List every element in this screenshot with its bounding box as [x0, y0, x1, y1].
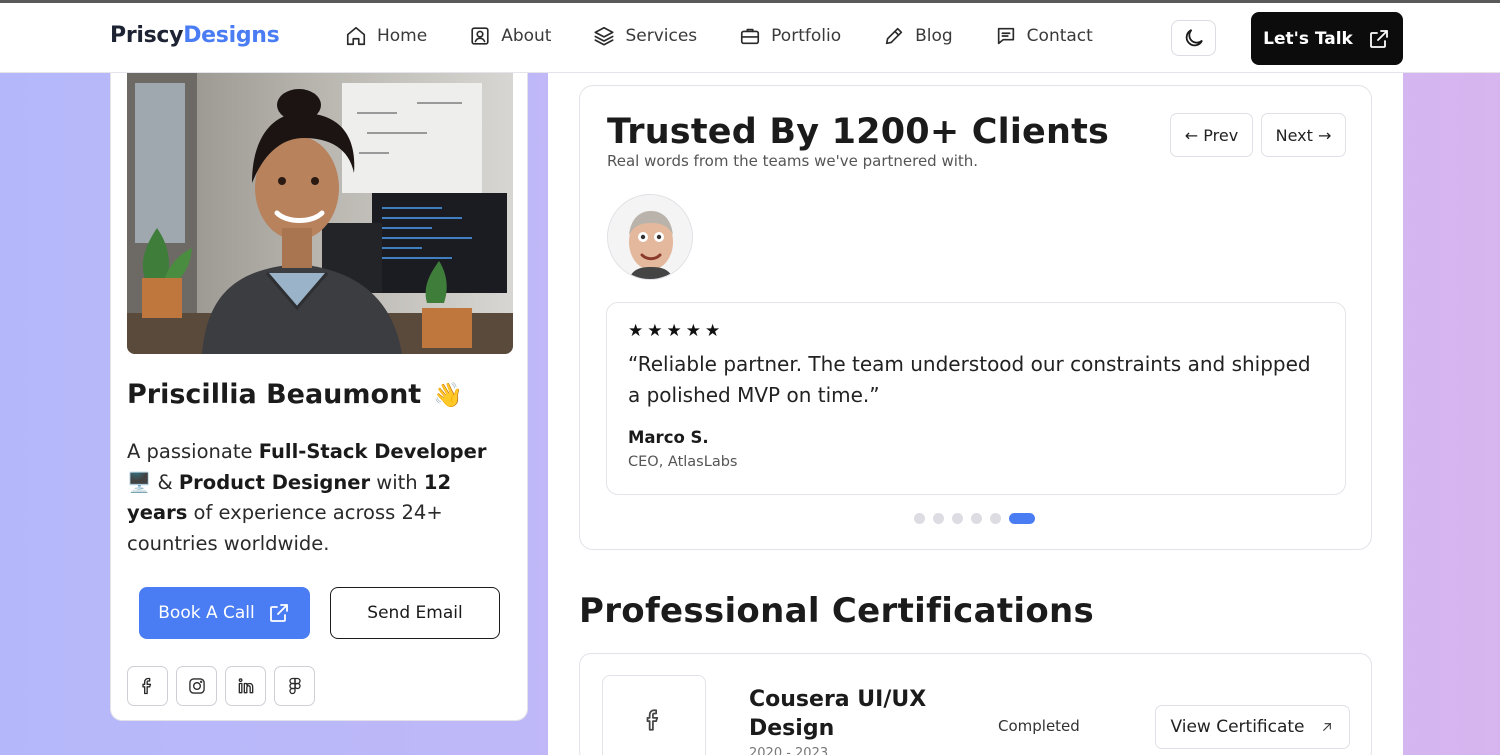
certifications-title: Professional Certifications — [579, 591, 1095, 631]
bio-role-1: Full-Stack Developer — [258, 440, 487, 463]
profile-bio: A passionate Full-Stack Developer 🖥️ & P… — [127, 437, 507, 559]
carousel-dot[interactable] — [914, 513, 925, 524]
certification-status: Completed — [998, 717, 1080, 735]
brand-logo-part2: Designs — [183, 23, 280, 48]
pencil-icon — [885, 27, 903, 45]
certification-card: Cousera UI/UX Design 2020 - 2023 Complet… — [579, 653, 1372, 755]
social-instagram[interactable] — [176, 666, 217, 706]
testimonials-title: Trusted By 1200+ Clients — [607, 112, 1110, 152]
briefcase-icon — [741, 28, 760, 45]
nav-about-label: About — [501, 26, 552, 46]
facebook-icon — [646, 709, 659, 731]
star-icon: ★ — [647, 321, 663, 341]
star-icon: ★ — [705, 321, 721, 341]
nav-portfolio-label: Portfolio — [771, 26, 842, 46]
certification-name: Cousera UI/UX Design — [749, 687, 927, 741]
brand-logo-part1: Priscy — [110, 23, 184, 48]
carousel-dot[interactable] — [952, 513, 963, 524]
next-button[interactable]: Next → — [1261, 113, 1346, 157]
site-header: PriscyDesigns Home About Services Portfo… — [0, 3, 1500, 73]
testimonial-author: Marco S. — [628, 428, 709, 447]
carousel-dots — [914, 513, 1043, 524]
lets-talk-label: Let's Talk — [1263, 28, 1353, 49]
bio-emoji: 🖥️ & — [127, 470, 173, 494]
certification-years: 2020 - 2023 — [749, 746, 829, 755]
star-icon: ★ — [628, 321, 644, 341]
carousel-dot[interactable] — [933, 513, 944, 524]
social-links — [127, 666, 323, 706]
bio-text-1: A passionate — [127, 440, 259, 463]
carousel-dot[interactable] — [971, 513, 982, 524]
carousel-dot-active[interactable] — [1009, 513, 1035, 524]
profile-name: Priscillia Beaumont 👋 — [127, 379, 463, 410]
testimonial-text: “Reliable partner. The team understood o… — [628, 352, 1311, 407]
figma-icon — [288, 677, 301, 695]
nav-home-label: Home — [377, 26, 428, 46]
nav-contact[interactable]: Contact — [995, 25, 1093, 47]
lets-talk-button[interactable]: Let's Talk — [1251, 12, 1403, 65]
carousel-dot[interactable] — [990, 513, 1001, 524]
star-icon: ★ — [666, 321, 682, 341]
profile-photo — [127, 73, 513, 354]
rating-stars: ★ ★ ★ ★ ★ — [628, 321, 724, 341]
arrow-up-right-icon — [1322, 723, 1331, 731]
nav-blog-label: Blog — [915, 26, 953, 46]
message-icon — [997, 27, 1014, 45]
nav-services-label: Services — [625, 26, 698, 46]
social-facebook[interactable] — [127, 666, 168, 706]
bio-text-2: with — [370, 470, 424, 494]
home-icon — [346, 26, 366, 46]
social-figma[interactable] — [274, 666, 315, 706]
linkedin-icon — [238, 678, 253, 694]
brand-logo[interactable]: PriscyDesigns — [110, 23, 280, 48]
user-square-icon — [471, 27, 489, 45]
external-link-icon — [1369, 29, 1388, 48]
star-icon: ★ — [685, 321, 701, 341]
testimonials-card: Trusted By 1200+ Clients Real words from… — [579, 85, 1372, 550]
nav-about[interactable]: About — [469, 25, 551, 47]
testimonial-quote-card: ★ ★ ★ ★ ★ “Reliable partner. The team un… — [606, 302, 1346, 495]
testimonial-role: CEO, AtlasLabs — [628, 454, 738, 470]
main-panel: Trusted By 1200+ Clients Real words from… — [548, 73, 1403, 755]
nav-home[interactable]: Home — [345, 25, 427, 47]
testimonials-subtitle: Real words from the teams we've partnere… — [607, 152, 979, 170]
instagram-icon — [188, 678, 205, 694]
profile-card: Priscillia Beaumont 👋 A passionate Full-… — [110, 73, 528, 721]
moon-icon — [1185, 29, 1203, 47]
book-call-label: Book A Call — [158, 603, 255, 623]
external-link-icon — [269, 604, 288, 622]
main-nav: Home About Services Portfolio Blog Conta… — [345, 25, 1135, 47]
theme-toggle-button[interactable] — [1171, 20, 1216, 56]
send-email-button[interactable]: Send Email — [330, 587, 500, 639]
view-certificate-label: View Certificate — [1170, 717, 1305, 737]
nav-portfolio[interactable]: Portfolio — [739, 25, 841, 47]
profile-name-text: Priscillia Beaumont — [127, 379, 422, 410]
prev-button[interactable]: ← Prev — [1170, 113, 1253, 157]
certification-logo — [602, 675, 706, 755]
nav-blog[interactable]: Blog — [883, 25, 953, 47]
view-certificate-button[interactable]: View Certificate — [1155, 705, 1350, 749]
nav-services[interactable]: Services — [593, 25, 697, 47]
bio-role-2: Product Designer — [178, 470, 371, 494]
client-avatar — [607, 194, 693, 280]
send-email-label: Send Email — [367, 603, 463, 623]
nav-contact-label: Contact — [1026, 26, 1093, 46]
social-linkedin[interactable] — [225, 666, 266, 706]
book-call-button[interactable]: Book A Call — [139, 587, 310, 639]
wave-emoji: 👋 — [433, 380, 464, 409]
facebook-icon — [141, 677, 151, 695]
layers-icon — [594, 26, 615, 46]
